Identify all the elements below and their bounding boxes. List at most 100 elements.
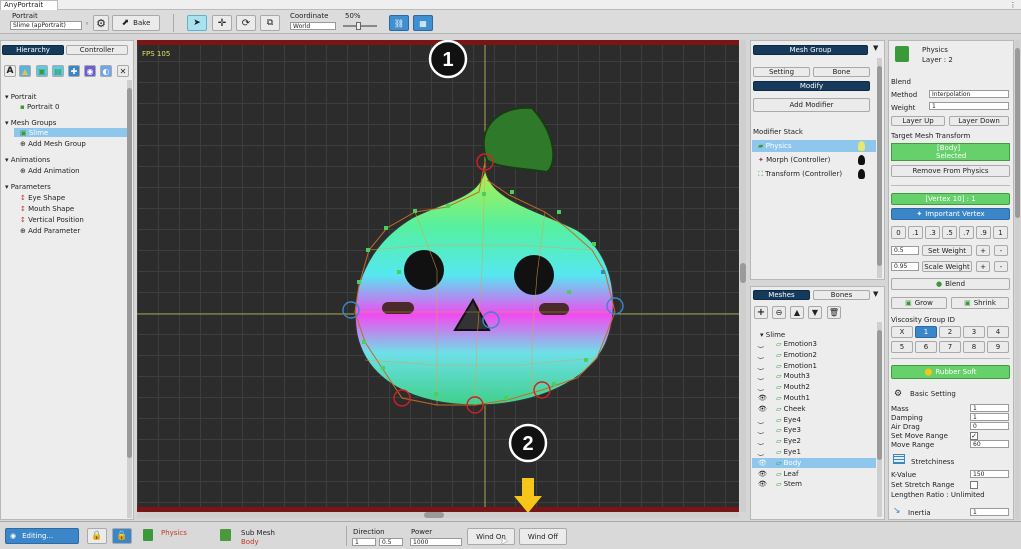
remove-from-physics-button[interactable]: Remove From Physics: [891, 165, 1010, 177]
zoom-slider-handle[interactable]: [356, 22, 361, 30]
rubber-soft-preset-button[interactable]: ⬤ Rubber Soft: [891, 365, 1010, 379]
damping-field[interactable]: 1: [970, 413, 1009, 421]
filter-group-icon[interactable]: ▤: [52, 65, 64, 77]
power-field[interactable]: 1000: [410, 538, 462, 546]
set-move-range-checkbox[interactable]: ✓: [970, 432, 978, 440]
mesh-row[interactable]: 👁 ▱ Body: [758, 459, 801, 467]
viscosity-group-button[interactable]: 6: [915, 341, 937, 353]
set-weight-minus-button[interactable]: -: [994, 245, 1008, 256]
lightbulb-off-icon[interactable]: [858, 169, 865, 179]
layer-up-button[interactable]: Layer Up: [891, 116, 945, 126]
onion-toggle-button[interactable]: ⛓: [389, 15, 409, 31]
eye-closed-icon[interactable]: ‿: [758, 372, 770, 380]
viscosity-group-button[interactable]: 9: [987, 341, 1009, 353]
section-animations[interactable]: ▾ Animations: [5, 156, 50, 164]
mesh-toggle-button[interactable]: ▦: [413, 15, 433, 31]
eye-closed-icon[interactable]: ‿: [758, 448, 770, 456]
eye-closed-icon[interactable]: ‿: [758, 437, 770, 445]
section-meshgroups[interactable]: ▾ Mesh Groups: [5, 119, 56, 127]
filter-param-icon[interactable]: ◐: [100, 65, 112, 77]
mesh-row[interactable]: ‿ ▱ Eye4: [758, 416, 801, 424]
direction-x-field[interactable]: 1: [352, 538, 376, 546]
viscosity-group-button[interactable]: 8: [963, 341, 985, 353]
eye-closed-icon[interactable]: ‿: [758, 351, 770, 359]
eye-icon[interactable]: 👁: [758, 394, 770, 402]
meshes-collapse-icon[interactable]: ▼: [873, 290, 878, 298]
mesh-delete-button[interactable]: 🗑: [827, 306, 841, 319]
mesh-row[interactable]: ‿ ▱ Emotion3: [758, 340, 817, 348]
set-stretch-range-checkbox[interactable]: [970, 481, 978, 489]
scale-tool-button[interactable]: ⧉: [260, 15, 280, 31]
eye-closed-icon[interactable]: ‿: [758, 340, 770, 348]
tree-item-portrait0[interactable]: ▪ Portrait 0: [20, 103, 59, 111]
shrink-button[interactable]: ▣ Shrink: [951, 297, 1009, 309]
lightbulb-off-icon[interactable]: [858, 155, 865, 165]
eye-icon[interactable]: 👁: [758, 480, 770, 488]
tree-item-mouth-shape[interactable]: ↕ Mouth Shape: [20, 205, 74, 213]
set-weight-plus-button[interactable]: +: [976, 245, 990, 256]
mesh-row[interactable]: ‿ ▱ Eye1: [758, 448, 801, 456]
eye-icon[interactable]: 👁: [758, 470, 770, 478]
eye-closed-icon[interactable]: ‿: [758, 383, 770, 391]
portrait-field[interactable]: Slime (apPortrait): [10, 21, 82, 30]
viscosity-group-button[interactable]: 7: [939, 341, 961, 353]
filter-text-icon[interactable]: A: [4, 65, 16, 77]
viscosity-group-button[interactable]: 4: [987, 326, 1009, 338]
viscosity-group-button[interactable]: 2: [939, 326, 961, 338]
weight-preset-button[interactable]: .5: [942, 226, 957, 239]
set-weight-button[interactable]: Set Weight: [922, 245, 972, 256]
tree-item-add-mesh-group[interactable]: ⊕ Add Mesh Group: [20, 140, 86, 148]
meshes-scrollbar-thumb[interactable]: [877, 330, 882, 460]
viewport[interactable]: FPS 105 1 2: [137, 40, 739, 512]
slime-canvas[interactable]: 1 2: [137, 40, 739, 512]
eye-closed-icon[interactable]: ‿: [758, 362, 770, 370]
weight-preset-button[interactable]: .3: [925, 226, 940, 239]
scale-weight-minus-button[interactable]: -: [994, 261, 1008, 272]
mesh-up-button[interactable]: ▲: [790, 306, 804, 319]
tree-item-add-animation[interactable]: ⊕ Add Animation: [20, 167, 80, 175]
tree-item-eye-shape[interactable]: ↕ Eye Shape: [20, 194, 65, 202]
meshgroup-collapse-icon[interactable]: ▼: [873, 44, 878, 52]
eye-icon[interactable]: 👁: [758, 459, 770, 467]
tab-meshes[interactable]: Meshes: [753, 290, 810, 300]
filter-close-icon[interactable]: ✕: [117, 65, 129, 77]
move-range-field[interactable]: 60: [970, 440, 1009, 448]
add-modifier-button[interactable]: Add Modifier: [753, 98, 870, 112]
blend-button[interactable]: ● Blend: [891, 278, 1010, 290]
layer-down-button[interactable]: Layer Down: [949, 116, 1009, 126]
mesh-row[interactable]: ‿ ▱ Eye3: [758, 426, 801, 434]
lightbulb-icon[interactable]: [858, 141, 865, 151]
viscosity-group-button[interactable]: X: [891, 326, 913, 338]
mesh-root[interactable]: ▾ Slime: [760, 331, 785, 339]
weight-preset-button[interactable]: .1: [908, 226, 923, 239]
tab-controller[interactable]: Controller: [66, 45, 128, 55]
mesh-row[interactable]: ‿ ▱ Mouth3: [758, 372, 810, 380]
weight-field[interactable]: 1: [929, 102, 1009, 110]
weight-preset-button[interactable]: 1: [993, 226, 1008, 239]
section-parameters[interactable]: ▾ Parameters: [5, 183, 51, 191]
lock-edit-button[interactable]: 🔒: [87, 528, 107, 544]
mesh-row[interactable]: ‿ ▱ Emotion1: [758, 362, 817, 370]
mesh-row[interactable]: 👁 ▱ Cheek: [758, 405, 806, 413]
filter-mesh-icon[interactable]: ▣: [36, 65, 48, 77]
tab-bones[interactable]: Bones: [813, 290, 870, 300]
select-tool-button[interactable]: ➤: [187, 15, 207, 31]
eye-icon[interactable]: 👁: [758, 405, 770, 413]
viewport-hscroll-thumb[interactable]: [424, 512, 444, 518]
wind-off-button[interactable]: Wind Off: [519, 528, 567, 545]
mesh-row[interactable]: ‿ ▱ Emotion2: [758, 351, 817, 359]
coordinate-select[interactable]: World: [290, 22, 336, 30]
mesh-row[interactable]: ‿ ▱ Eye2: [758, 437, 801, 445]
scale-weight-button[interactable]: Scale Weight: [922, 261, 972, 272]
mesh-row[interactable]: 👁 ▱ Mouth1: [758, 394, 810, 402]
mesh-row[interactable]: ‿ ▱ Mouth2: [758, 383, 810, 391]
meshgroup-scrollbar-thumb[interactable]: [877, 66, 882, 266]
inspector-scrollbar-thumb[interactable]: [1015, 48, 1020, 218]
move-tool-button[interactable]: ✛: [212, 15, 232, 31]
scale-weight-field[interactable]: 0.95: [891, 262, 919, 271]
modifier-morph[interactable]: ✦ Morph (Controller): [758, 156, 830, 164]
inertia-field[interactable]: 1: [970, 508, 1009, 516]
tab-bone[interactable]: Bone: [813, 67, 870, 77]
mesh-row[interactable]: 👁 ▱ Stem: [758, 480, 802, 488]
viscosity-group-button[interactable]: 1: [915, 326, 937, 338]
